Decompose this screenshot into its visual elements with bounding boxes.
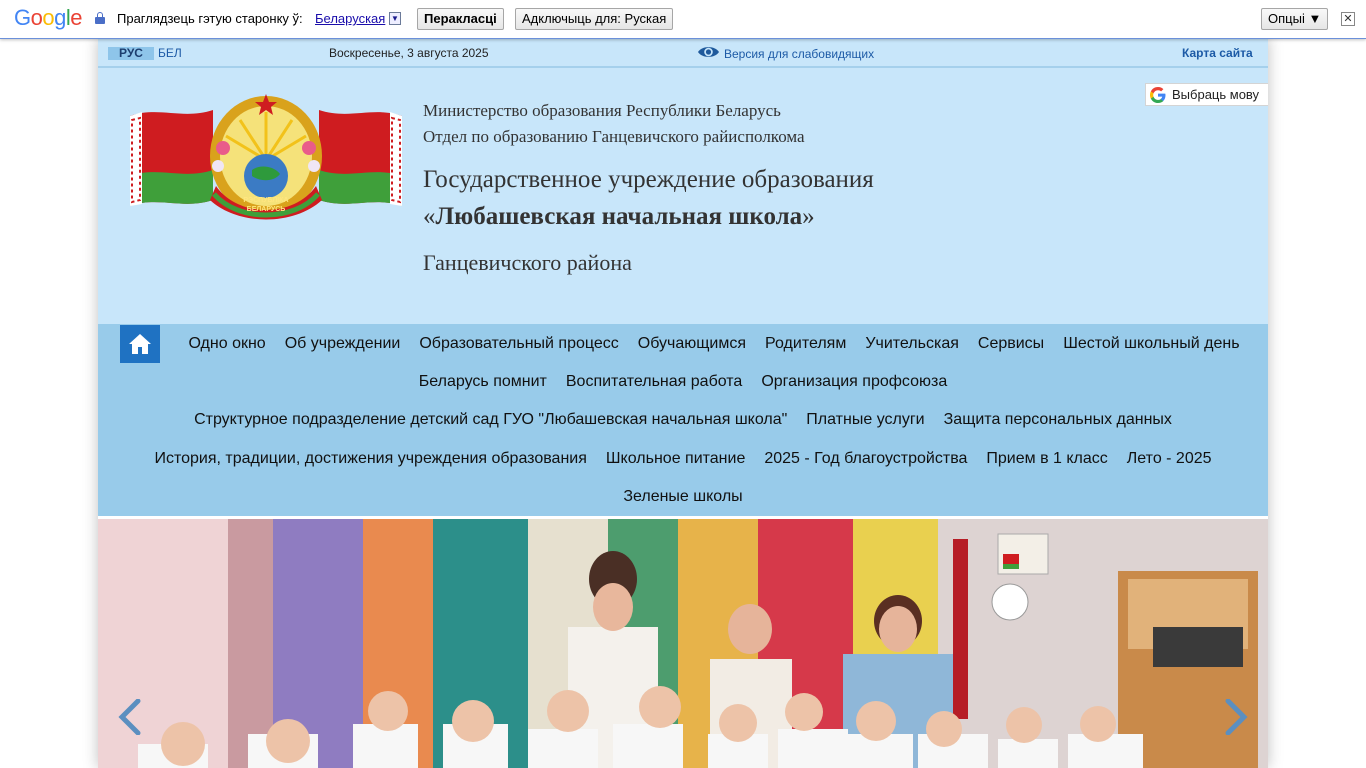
google-logo: Google	[14, 5, 83, 30]
state-emblem[interactable]: РЭСПУБЛІКА БЕЛАРУСЬ	[128, 90, 404, 222]
emblem-text-1: РЭСПУБЛІКА	[243, 197, 288, 204]
current-date: Воскресенье, 3 августа 2025	[329, 46, 489, 60]
low-vision-link[interactable]: Версия для слабовидящих	[724, 47, 874, 61]
nav-item-belarus-remembers[interactable]: Беларусь помнит	[409, 363, 556, 401]
nav-item-paid-services[interactable]: Платные услуги	[797, 401, 934, 439]
nav-row-4: История, традиции, достижения учреждения…	[98, 440, 1268, 478]
quote-open: «	[423, 203, 436, 230]
nav-row-3: Структурное подразделение детский сад ГУ…	[98, 401, 1268, 439]
select-language-widget[interactable]: Выбраць мову	[1145, 83, 1268, 106]
language-dropdown-icon[interactable]: ▼	[389, 12, 401, 25]
nav-item-school-meals[interactable]: Школьное питание	[596, 440, 754, 478]
translate-button[interactable]: Перакласці	[417, 8, 504, 30]
emblem-text-2: БЕЛАРУСЬ	[247, 206, 286, 213]
translate-language-link[interactable]: Беларуская	[315, 11, 385, 26]
nav-row-1: Одно окно Об учреждении Образовательный …	[98, 325, 1268, 363]
chevron-right-icon[interactable]	[1224, 699, 1248, 735]
nav-item-green-schools[interactable]: Зеленые школы	[614, 478, 752, 516]
page-container: РУС БЕЛ Воскресенье, 3 августа 2025 Верс…	[98, 38, 1268, 768]
organization-name: Любашевская начальная школа	[435, 203, 803, 230]
translate-prompt: Праглядзець гэтую старонку ў:	[117, 11, 303, 26]
ministry-line-1: Министерство образования Республики Бела…	[423, 101, 781, 120]
nav-item-first-grade-admission[interactable]: Прием в 1 класс	[977, 440, 1117, 478]
organization-type: Государственное учреждение образования	[423, 166, 874, 193]
nav-item-trade-union[interactable]: Организация профсоюза	[752, 363, 957, 401]
lang-be-link[interactable]: БЕЛ	[158, 47, 182, 60]
disable-translate-button[interactable]: Адключыць для: Руская	[515, 8, 674, 30]
district-name: Ганцевичского района	[423, 250, 632, 275]
options-button[interactable]: Опцыі ▼	[1261, 8, 1329, 30]
lock-icon	[95, 12, 105, 24]
chevron-left-icon[interactable]	[118, 699, 142, 735]
select-language-label: Выбраць мову	[1172, 87, 1260, 102]
main-navigation: Одно окно Об учреждении Образовательный …	[98, 324, 1268, 519]
slide-photo	[98, 519, 1268, 768]
nav-row-5: Зеленые школы	[98, 478, 1268, 516]
nav-item-sixth-school-day[interactable]: Шестой школьный день	[1054, 325, 1249, 363]
nav-item-about[interactable]: Об учреждении	[275, 325, 410, 363]
nav-item-summer[interactable]: Лето - 2025	[1117, 440, 1221, 478]
nav-item-kindergarten[interactable]: Структурное подразделение детский сад ГУ…	[185, 401, 797, 439]
lang-ru-link[interactable]: РУС	[108, 47, 154, 60]
nav-item-history[interactable]: История, традиции, достижения учреждения…	[145, 440, 596, 478]
nav-item-teachers-room[interactable]: Учительская	[856, 325, 969, 363]
nav-row-2: Беларусь помнит Воспитательная работа Ор…	[98, 363, 1268, 401]
nav-item-one-window[interactable]: Одно окно	[179, 325, 275, 363]
nav-item-personal-data[interactable]: Защита персональных данных	[934, 401, 1181, 439]
top-bar: РУС БЕЛ Воскресенье, 3 августа 2025 Верс…	[98, 38, 1268, 68]
nav-item-services[interactable]: Сервисы	[968, 325, 1053, 363]
organization-name-line: «Любашевская начальная школа»	[423, 198, 874, 235]
site-header: РЭСПУБЛІКА БЕЛАРУСЬ Министерство образов…	[98, 68, 1268, 324]
ministry-line-2: Отдел по образованию Ганцевичского райис…	[423, 127, 805, 146]
nav-item-upbringing-work[interactable]: Воспитательная работа	[556, 363, 751, 401]
quote-close: »	[802, 203, 815, 230]
translate-bar: Google Праглядзець гэтую старонку ў: Бел…	[0, 0, 1366, 39]
organization-title: Государственное учреждение образования «…	[423, 161, 874, 235]
eye-icon[interactable]	[697, 44, 720, 60]
ministry-block: Министерство образования Республики Бела…	[423, 98, 805, 150]
google-g-icon	[1150, 87, 1166, 103]
sitemap-link[interactable]: Карта сайта	[1182, 46, 1253, 60]
photo-slider[interactable]	[98, 519, 1268, 768]
close-icon[interactable]: ✕	[1341, 12, 1355, 26]
nav-item-parents[interactable]: Родителям	[756, 325, 856, 363]
nav-item-students[interactable]: Обучающимся	[628, 325, 755, 363]
nav-item-education-process[interactable]: Образовательный процесс	[410, 325, 628, 363]
nav-item-year-of-improvement[interactable]: 2025 - Год благоустройства	[755, 440, 977, 478]
